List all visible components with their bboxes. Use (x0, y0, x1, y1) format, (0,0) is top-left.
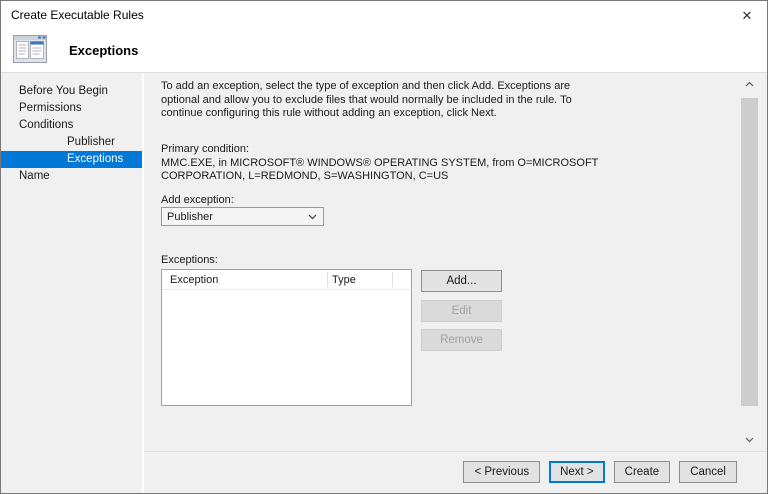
previous-button[interactable]: < Previous (463, 461, 541, 483)
exceptions-list-label: Exceptions: (161, 254, 218, 266)
cancel-button[interactable]: Cancel (679, 461, 737, 483)
column-separator (327, 272, 328, 287)
sidebar-item-exceptions[interactable]: Exceptions (1, 151, 142, 168)
remove-button[interactable]: Remove (421, 329, 502, 351)
dropdown-selected-value: Publisher (167, 210, 213, 223)
header-area: Create Executable Rules ✕ Exceptions (1, 1, 767, 73)
scroll-down-button[interactable] (741, 431, 758, 448)
create-executable-rules-dialog: Create Executable Rules ✕ Exceptions Bef… (0, 0, 768, 494)
chevron-down-icon (308, 214, 317, 220)
column-header-type[interactable]: Type (332, 270, 356, 290)
page-title: Exceptions (69, 43, 139, 58)
sidebar-item-name[interactable]: Name (1, 168, 142, 185)
intro-text: To add an exception, select the type of … (161, 80, 572, 119)
sidebar-item-conditions[interactable]: Conditions (1, 117, 142, 134)
column-header-exception[interactable]: Exception (170, 270, 218, 290)
scroll-up-button[interactable] (741, 75, 758, 92)
sidebar-item-permissions[interactable]: Permissions (1, 100, 142, 117)
vertical-scrollbar (741, 75, 758, 448)
scrollbar-track[interactable] (741, 92, 758, 431)
chevron-down-icon (745, 434, 754, 446)
scrollbar-thumb[interactable] (741, 98, 758, 406)
footer-button-bar: < Previous Next > Create Cancel (463, 461, 737, 483)
create-button[interactable]: Create (613, 461, 671, 483)
add-exception-label: Add exception: (161, 194, 234, 206)
column-separator (392, 272, 393, 287)
sidebar-item-before-you-begin[interactable]: Before You Begin (1, 83, 142, 100)
chevron-up-icon (745, 78, 754, 90)
primary-condition: Primary condition: MMC.EXE, in MICROSOFT… (161, 143, 599, 182)
add-button[interactable]: Add... (421, 270, 502, 292)
sidebar-item-publisher[interactable]: Publisher (1, 134, 142, 151)
exceptions-list[interactable]: Exception Type (161, 269, 412, 406)
window-title: Create Executable Rules (11, 8, 144, 22)
close-icon: ✕ (741, 8, 753, 23)
sidebar-divider (142, 74, 144, 493)
add-exception-dropdown[interactable]: Publisher (161, 207, 324, 226)
wizard-steps-sidebar: Before You Begin Permissions Conditions … (1, 74, 142, 493)
primary-condition-label: Primary condition: (161, 143, 250, 155)
wizard-icon (13, 35, 47, 66)
edit-button[interactable]: Edit (421, 300, 502, 322)
next-button[interactable]: Next > (549, 461, 605, 483)
footer-divider (144, 451, 766, 452)
close-button[interactable]: ✕ (735, 6, 759, 26)
exceptions-list-header: Exception Type (162, 270, 411, 290)
